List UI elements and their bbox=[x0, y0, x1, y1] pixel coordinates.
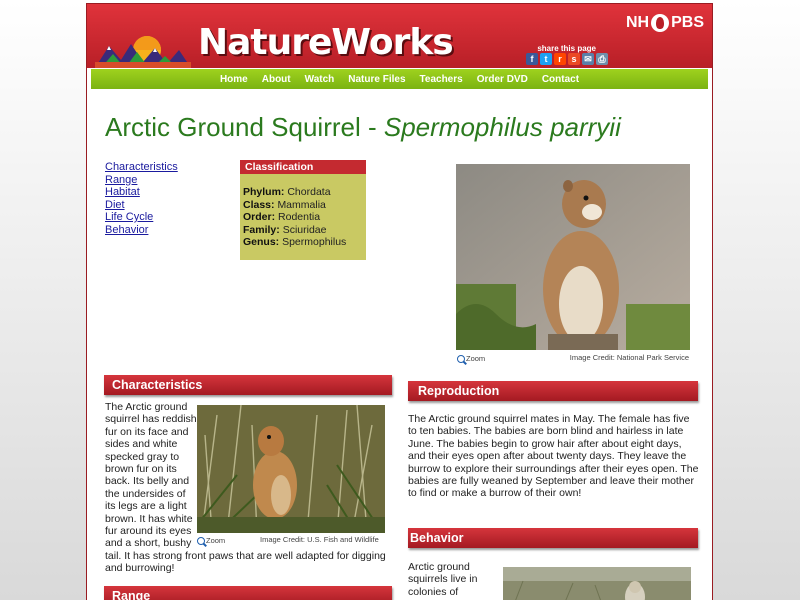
classification-heading: Classification bbox=[240, 160, 366, 174]
behavior-heading: Behavior bbox=[408, 528, 698, 548]
print-icon[interactable]: ⎙ bbox=[596, 53, 608, 65]
station-logo[interactable]: NH PBS bbox=[626, 14, 704, 32]
classification-row: Genus: Spermophilus bbox=[243, 236, 363, 249]
nav-contact[interactable]: Contact bbox=[535, 74, 586, 85]
twitter-icon[interactable]: t bbox=[540, 53, 552, 65]
row-label: Phylum: bbox=[243, 186, 285, 198]
reproduction-text: The Arctic ground squirrel mates in May.… bbox=[408, 413, 699, 500]
classification-row: Family: Sciuridae bbox=[243, 224, 363, 237]
pbs-head-icon bbox=[651, 14, 670, 32]
site-title[interactable]: NatureWorks bbox=[198, 22, 454, 63]
page-title-common: Arctic Ground Squirrel - bbox=[105, 112, 384, 142]
zoom-icon bbox=[457, 354, 465, 363]
main-photo-credit: Image Credit: National Park Service bbox=[569, 353, 689, 362]
classification-body: Phylum: Chordata Class: Mammalia Order: … bbox=[240, 174, 366, 249]
nav-nature-files[interactable]: Nature Files bbox=[341, 74, 412, 85]
row-value: Mammalia bbox=[277, 198, 326, 211]
main-squirrel-photo[interactable] bbox=[456, 164, 690, 350]
share-label: share this page bbox=[537, 44, 596, 53]
row-label: Class: bbox=[243, 198, 275, 211]
characteristics-text: The Arctic ground squirrel has reddish f… bbox=[105, 401, 393, 575]
behavior-photo[interactable] bbox=[503, 567, 691, 600]
stumbleupon-icon[interactable]: s bbox=[568, 53, 580, 65]
station-suffix: PBS bbox=[671, 14, 704, 31]
share-icons: f t r s ✉ ⎙ bbox=[526, 53, 608, 65]
classification-row: Order: Rodentia bbox=[243, 211, 363, 224]
natureworks-logo-icon[interactable] bbox=[95, 26, 191, 68]
range-heading: Range bbox=[104, 586, 392, 600]
table-of-contents: Characteristics Range Habitat Diet Life … bbox=[105, 161, 178, 236]
facebook-icon[interactable]: f bbox=[526, 53, 538, 65]
nav-teachers[interactable]: Teachers bbox=[413, 74, 470, 85]
toc-link-range[interactable]: Range bbox=[105, 174, 178, 187]
row-label: Order: bbox=[243, 211, 276, 224]
behavior-text: Arctic ground squirrels live in colonies… bbox=[408, 561, 478, 598]
characteristics-heading: Characteristics bbox=[104, 375, 392, 395]
row-label: Genus: bbox=[243, 236, 280, 249]
toc-link-characteristics[interactable]: Characteristics bbox=[105, 161, 178, 174]
photo-spacer bbox=[197, 401, 393, 541]
main-nav: Home About Watch Nature Files Teachers O… bbox=[91, 69, 708, 89]
page-title-scientific: Spermophilus parryii bbox=[383, 112, 621, 142]
row-value: Chordata bbox=[287, 186, 331, 198]
classification-row: Phylum: Chordata bbox=[243, 186, 363, 199]
reproduction-heading: Reproduction bbox=[408, 381, 698, 401]
station-prefix: NH bbox=[625, 14, 650, 31]
reddit-icon[interactable]: r bbox=[554, 53, 566, 65]
classification-box: Classification Phylum: Chordata Class: M… bbox=[240, 160, 366, 260]
nav-home[interactable]: Home bbox=[213, 74, 255, 85]
page-container: NatureWorks NH PBS share this page f t r… bbox=[86, 3, 713, 600]
toc-link-diet[interactable]: Diet bbox=[105, 199, 178, 212]
row-value: Sciuridae bbox=[282, 223, 327, 236]
zoom-label: Zoom bbox=[466, 354, 486, 363]
page-title: Arctic Ground Squirrel - Spermophilus pa… bbox=[105, 112, 621, 143]
row-value: Spermophilus bbox=[282, 236, 347, 249]
site-header: NatureWorks NH PBS share this page f t r… bbox=[87, 4, 712, 68]
toc-link-habitat[interactable]: Habitat bbox=[105, 186, 178, 199]
email-icon[interactable]: ✉ bbox=[582, 53, 594, 65]
nav-order-dvd[interactable]: Order DVD bbox=[470, 74, 535, 85]
toc-link-life-cycle[interactable]: Life Cycle bbox=[105, 211, 178, 224]
main-photo-zoom[interactable]: Zoom bbox=[457, 354, 485, 363]
nav-about[interactable]: About bbox=[255, 74, 298, 85]
row-value: Rodentia bbox=[278, 211, 321, 224]
nav-watch[interactable]: Watch bbox=[298, 74, 342, 85]
classification-row: Class: Mammalia bbox=[243, 199, 363, 212]
row-label: Family: bbox=[243, 223, 280, 236]
toc-link-behavior[interactable]: Behavior bbox=[105, 224, 178, 237]
